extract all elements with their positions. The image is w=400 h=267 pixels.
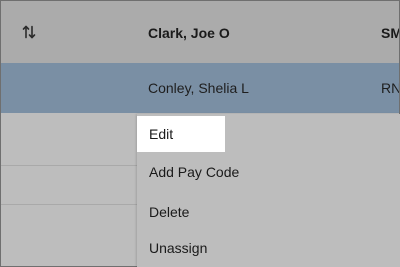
menu-item-delete[interactable]: Delete <box>137 194 189 230</box>
menu-item-unassign[interactable]: Unassign <box>137 230 207 266</box>
header-role-code: SM <box>381 25 400 41</box>
menu-item-edit[interactable]: Edit <box>137 116 225 152</box>
swap-vertical-icon[interactable] <box>22 25 36 39</box>
row-role-code: RN <box>381 80 400 96</box>
row-employee-name[interactable]: Conley, Shelia L <box>148 80 249 96</box>
context-menu: Edit Add Pay Code Delete Unassign <box>137 114 400 267</box>
menu-item-add-pay-code[interactable]: Add Pay Code <box>137 154 239 190</box>
header-employee-name[interactable]: Clark, Joe O <box>148 25 230 41</box>
